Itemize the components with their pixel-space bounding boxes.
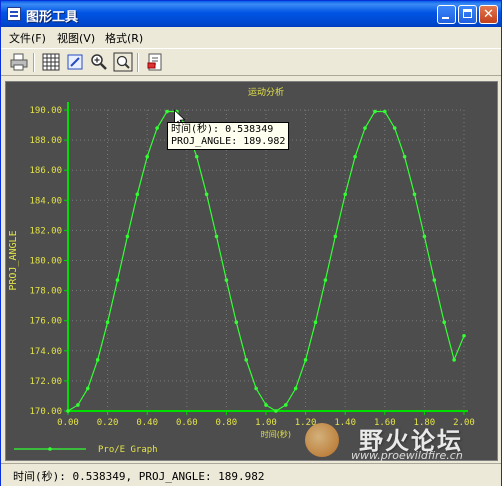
data-point [452,358,456,362]
data-point [343,192,348,197]
print-button[interactable] [9,52,29,72]
edit-axis-button[interactable] [65,52,85,72]
graph-tool-window: 图形工具 ✕ 文件(F) 视图(V) 格式(R) 0.00 0.20 0.40 … [0,0,502,486]
watermark: 野火论坛 www.proewildfire.cn [301,419,499,462]
x-tick-label: 0.80 [216,418,238,428]
data-point [363,126,367,130]
data-point [194,154,199,159]
data-tooltip: 时间(秒): 0.538349 PROJ_ANGLE: 189.982 [167,122,290,150]
data-point [462,333,466,338]
data-point [432,278,437,282]
data-point [383,109,387,114]
data-point [313,320,318,325]
data-point [422,234,427,239]
tooltip-time: 时间(秒): 0.538349 [171,124,274,135]
y-tick-label: 188.00 [29,136,62,146]
data-point [86,386,90,391]
data-point [323,278,328,282]
y-tick-label: 174.00 [29,347,62,357]
data-point [284,403,288,407]
y-tick-label: 178.00 [29,287,62,297]
y-tick-label: 180.00 [29,257,62,267]
legend-label: Pro/E Graph [98,445,158,455]
y-tick-label: 170.00 [29,407,62,417]
maximize-button[interactable] [458,5,477,24]
edit-axis-icon [67,54,83,70]
title-bar[interactable]: 图形工具 ✕ [1,1,501,27]
close-icon: ✕ [483,7,494,22]
data-point [274,409,278,413]
status-text: 时间(秒): 0.538349, PROJ_ANGLE: 189.982 [13,470,265,483]
data-point [66,409,70,413]
zoom-fit-button[interactable] [113,52,133,72]
grid-icon [42,53,60,71]
x-tick-label: 0.00 [57,418,79,428]
export-button[interactable] [145,52,165,72]
data-point [105,320,110,325]
data-point [204,192,209,197]
status-bar: 时间(秒): 0.538349, PROJ_ANGLE: 189.982 [1,463,501,486]
x-axis-label: 时间(秒) [261,429,291,439]
menu-view[interactable]: 视图(V) [57,30,95,46]
print-icon [10,53,28,71]
data-point [254,386,258,391]
data-point [442,320,447,325]
zoom-in-icon [91,54,107,70]
data-point [224,278,229,282]
toolbar-separator [33,53,35,72]
maximize-icon [463,9,472,18]
zoom-in-button[interactable] [89,52,109,72]
data-point [402,154,407,159]
grid-button[interactable] [41,52,61,72]
y-tick-label: 176.00 [29,317,62,327]
x-tick-label: 0.40 [136,418,158,428]
data-point [145,154,149,159]
export-icon [147,53,162,71]
data-point [303,358,308,362]
data-point [373,109,377,114]
toolbar [1,48,501,76]
minimize-icon [442,17,449,19]
y-tick-label: 172.00 [29,377,62,387]
data-point [115,278,120,282]
watermark-url: www.proewildfire.cn [351,449,463,462]
close-button[interactable]: ✕ [479,5,498,24]
zoom-fit-icon [113,52,133,72]
data-point [353,154,357,159]
data-point [125,234,130,239]
y-axis-label: PROJ_ANGLE [8,230,19,290]
x-tick-label: 0.60 [176,418,198,428]
y-tick-label: 184.00 [29,196,62,206]
data-point [392,126,397,130]
x-tick-label: 0.20 [97,418,119,428]
watermark-logo [305,423,339,457]
y-tick-label: 186.00 [29,166,62,176]
window-title: 图形工具 [26,10,79,25]
y-tick-label: 182.00 [29,226,62,236]
data-point [165,109,169,114]
tooltip-angle: PROJ_ANGLE: 189.982 [171,136,286,147]
data-point [333,234,338,239]
toolbar-separator [137,53,139,72]
data-point [412,192,417,197]
app-icon [7,7,21,21]
y-tick-label: 190.00 [29,106,62,116]
data-point [95,358,100,362]
data-point [293,386,298,391]
minimize-button[interactable] [437,5,456,24]
menu-format[interactable]: 格式(R) [105,30,143,46]
chart-title: 运动分析 [248,86,284,98]
menu-bar: 文件(F) 视图(V) 格式(R) [1,27,501,46]
data-point [264,403,268,407]
legend-marker [48,447,52,451]
data-point [234,320,239,325]
data-point [135,192,140,197]
x-tick-label: 1.00 [255,418,277,428]
data-point [244,358,248,362]
data-point [214,234,219,239]
data-point [155,126,159,130]
menu-file[interactable]: 文件(F) [9,30,46,46]
data-point [76,403,80,407]
